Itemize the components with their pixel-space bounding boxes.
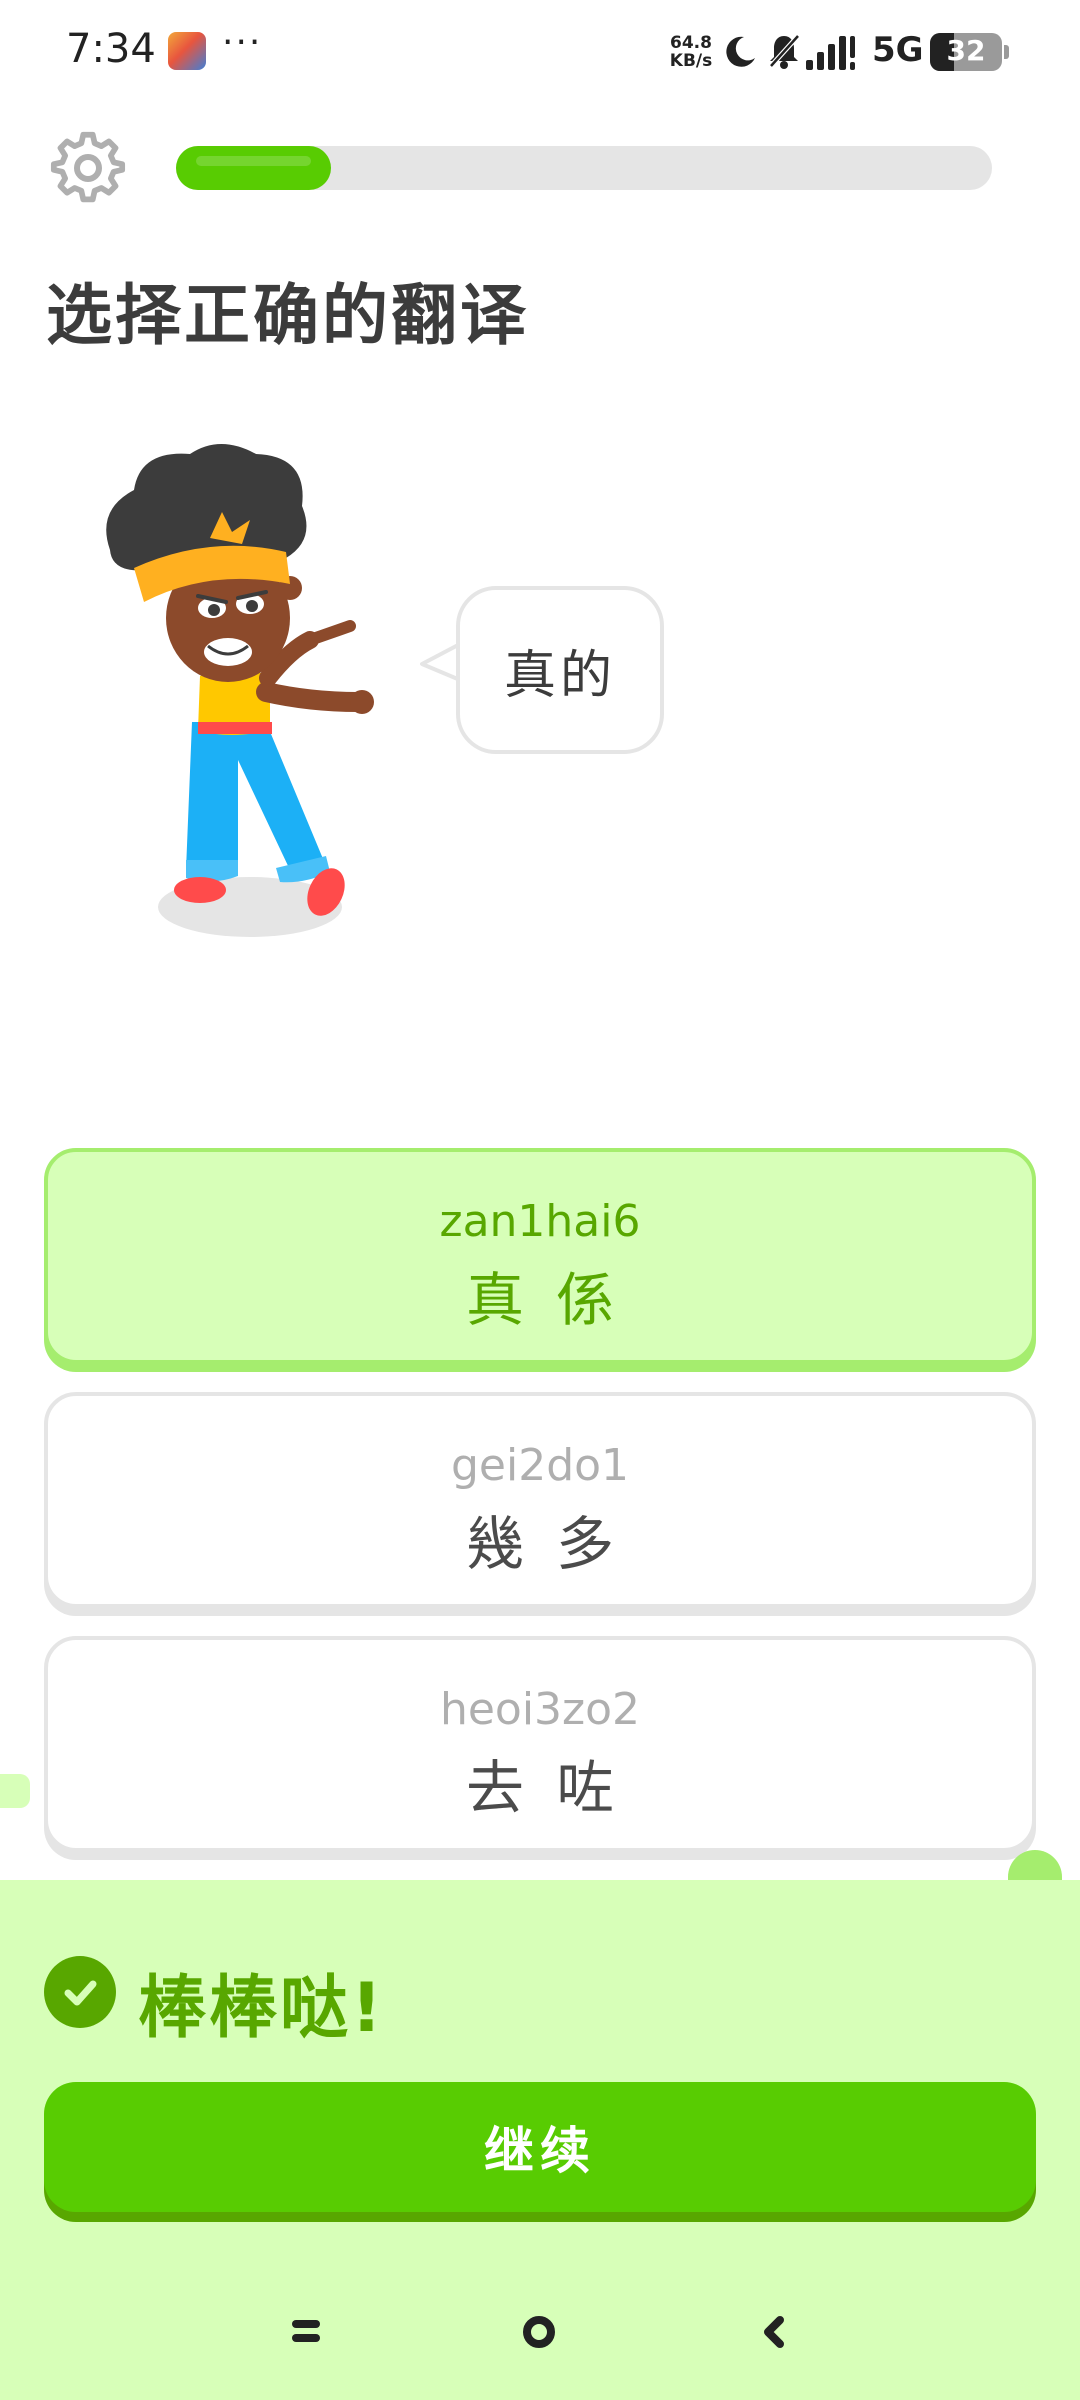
lesson-progress-bar	[176, 146, 992, 190]
settings-button[interactable]	[48, 128, 128, 208]
answer-option-3[interactable]: heoi3zo2 去咗	[44, 1636, 1036, 1852]
floating-edge-handle-left[interactable]	[0, 1774, 30, 1808]
gear-icon	[50, 131, 126, 203]
network-type: 5G	[872, 30, 924, 70]
prompt-title: 选择正确的翻译	[46, 277, 529, 354]
signal-icon	[806, 36, 855, 70]
net-speed-value: 64.8	[670, 33, 712, 53]
nav-home-button[interactable]	[523, 2316, 555, 2348]
more-notifications-icon: ···	[222, 22, 263, 63]
option-characters: 真係	[465, 1266, 646, 1334]
status-bar: 7:34 ··· 64.8 KB/s 5G 32	[0, 0, 1080, 104]
option-characters: 去咗	[465, 1754, 646, 1822]
nav-back-button[interactable]	[762, 2316, 786, 2348]
feedback-message: 棒棒哒!	[138, 1969, 386, 2048]
lesson-progress-shine	[196, 156, 312, 166]
option-romanization: gei2do1	[450, 1440, 630, 1491]
status-time: 7:34	[66, 26, 156, 72]
speech-bubble[interactable]: 真的	[456, 586, 664, 754]
battery-percent: 32	[946, 34, 986, 67]
check-icon	[44, 1956, 116, 2028]
app-notification-icon	[168, 32, 206, 70]
option-characters: 幾多	[465, 1510, 646, 1578]
battery-tip	[1004, 45, 1009, 59]
battery-icon: 32	[930, 33, 1002, 71]
speech-bubble-text: 真的	[503, 645, 616, 706]
moon-icon	[726, 36, 755, 67]
net-speed: 64.8 KB/s	[666, 34, 716, 70]
answer-option-2[interactable]: gei2do1 幾多	[44, 1392, 1036, 1608]
lesson-progress-fill	[176, 146, 332, 190]
option-romanization: zan1hai6	[439, 1196, 641, 1247]
nav-recents-button[interactable]	[292, 2320, 320, 2344]
net-speed-unit: KB/s	[669, 51, 713, 71]
answer-option-1[interactable]: zan1hai6 真係	[44, 1148, 1036, 1364]
character-illustration	[106, 444, 374, 937]
bell-off-icon	[769, 34, 800, 69]
option-romanization: heoi3zo2	[439, 1684, 641, 1735]
continue-button[interactable]: 继续	[44, 2082, 1036, 2212]
